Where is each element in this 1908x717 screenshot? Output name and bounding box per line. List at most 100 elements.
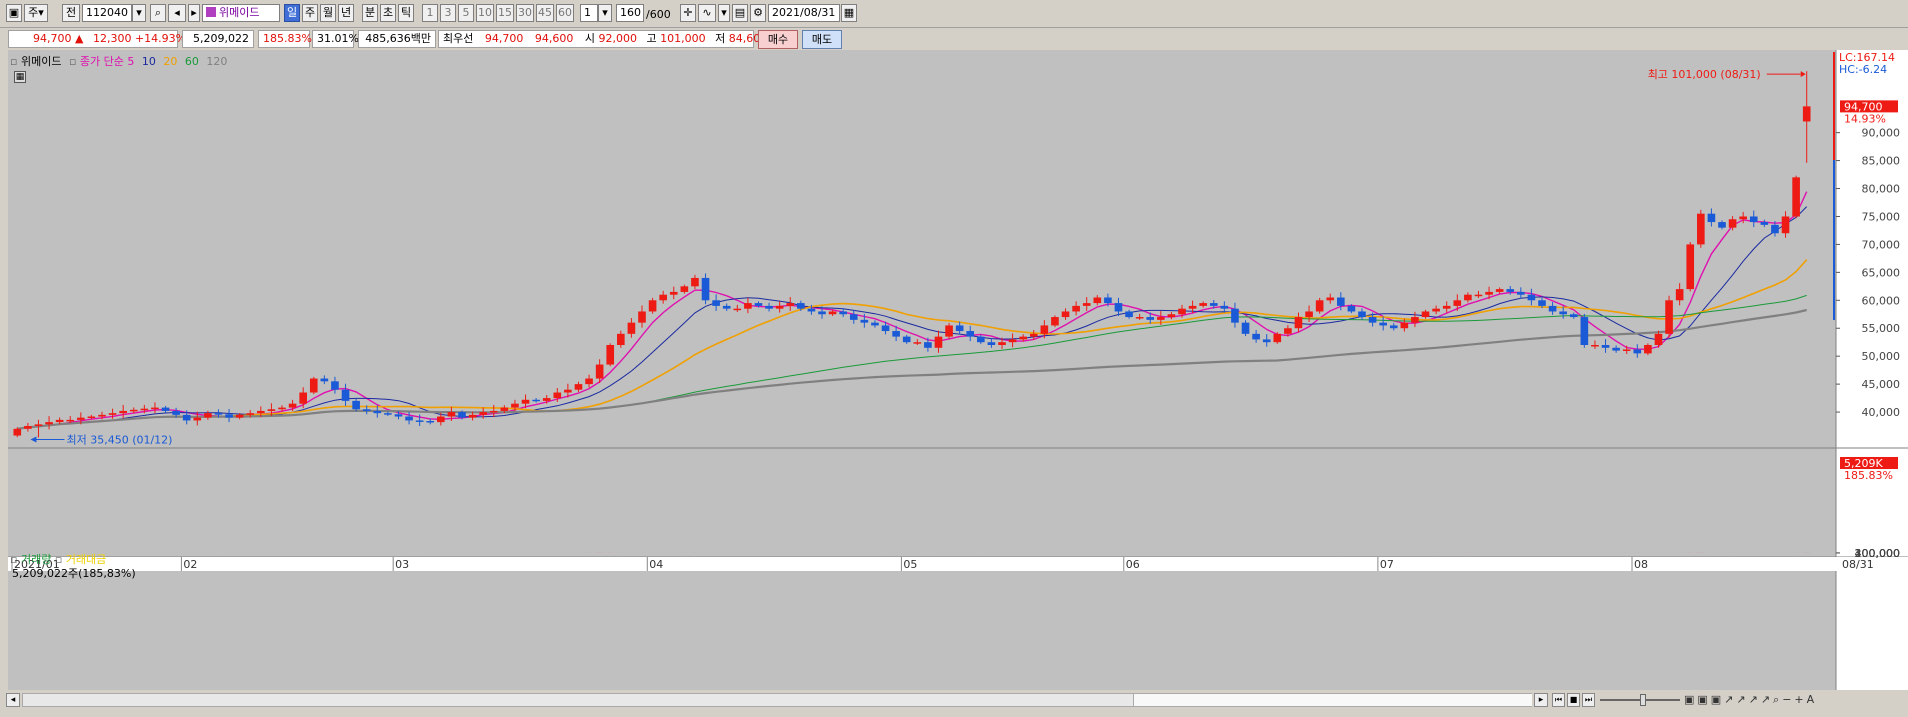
candle-body <box>384 413 392 415</box>
market-select[interactable]: 전 <box>62 4 80 22</box>
code-dropdown-icon[interactable]: ▾ <box>132 4 146 22</box>
last-page-icon[interactable]: ⏭ <box>1582 693 1595 707</box>
sell-button[interactable]: 매도 <box>802 30 842 49</box>
candle-body <box>415 420 424 422</box>
candle-body <box>1591 345 1599 347</box>
interval-60[interactable]: 60 <box>556 4 574 22</box>
buy-button[interactable]: 매수 <box>758 30 798 49</box>
stop-icon[interactable]: ■ <box>1567 693 1580 707</box>
candle-body <box>225 414 233 418</box>
interval-1[interactable]: 1 <box>422 4 438 22</box>
change-value: 12,300 <box>92 32 132 45</box>
candle-body <box>902 336 911 343</box>
price-tick-label: 85,000 <box>1862 155 1901 168</box>
indicator-dropdown-icon[interactable]: ▾ <box>718 4 730 22</box>
scroll-thumb[interactable] <box>1133 694 1532 706</box>
candle-body <box>246 413 255 415</box>
count-input[interactable]: 160 <box>616 4 644 22</box>
date-tick-label: 08 <box>1634 558 1648 571</box>
candle-body <box>532 399 540 402</box>
legend-ma5: 5 <box>127 55 135 68</box>
crosshair-icon[interactable]: ✛ <box>680 4 696 22</box>
candle-body <box>617 333 625 345</box>
price-box: 94,700 ▲ 12,300 +14.93% <box>8 30 186 48</box>
period-tick[interactable]: 틱 <box>398 4 414 22</box>
date-tick-label: 03 <box>395 558 409 571</box>
date-tick-label: 05 <box>903 558 917 571</box>
candle-body <box>934 336 943 348</box>
scroll-right-icon[interactable]: ▸ <box>1534 693 1548 707</box>
gear-icon[interactable]: ⚙ <box>750 4 766 22</box>
candle-body <box>161 407 170 411</box>
search-icon[interactable]: ⌕ <box>150 4 166 22</box>
indicator-icon[interactable]: ∿ <box>698 4 716 22</box>
candle-body <box>1019 336 1027 340</box>
period-year[interactable]: 년 <box>338 4 354 22</box>
period-minute[interactable]: 분 <box>362 4 378 22</box>
candle-body <box>1358 311 1366 318</box>
period-day[interactable]: 일 <box>284 4 300 22</box>
candle-body <box>1411 317 1419 323</box>
candle-body <box>1157 317 1165 320</box>
chart-type-icon[interactable]: ▣ <box>6 4 22 22</box>
interval-45[interactable]: 45 <box>536 4 554 22</box>
scroll-left-icon[interactable]: ◂ <box>6 693 20 707</box>
next-stock-icon[interactable]: ▸ <box>188 4 200 22</box>
interval-15[interactable]: 15 <box>496 4 514 22</box>
date-input[interactable]: 2021/08/31 <box>768 4 840 22</box>
candle-body <box>574 384 583 390</box>
save-icon[interactable]: ▤ <box>732 4 748 22</box>
candle-body <box>1474 294 1483 297</box>
candle-body <box>1135 317 1144 319</box>
zoom-slider-thumb[interactable] <box>1640 694 1646 706</box>
candle-body <box>352 400 360 410</box>
candle-body <box>288 403 297 408</box>
candle-body <box>1559 311 1567 315</box>
candle-body <box>1326 297 1335 301</box>
open-value: 92,000 <box>598 32 638 45</box>
candle-body <box>437 416 445 423</box>
min-label: 최저 35,450 (01/12) <box>66 433 172 446</box>
interval-dropdown-icon[interactable]: ▾ <box>598 4 612 22</box>
price-axis-panel <box>1836 50 1908 690</box>
candle-body <box>1569 314 1578 318</box>
candle-body <box>362 409 371 411</box>
candle-body <box>1771 224 1779 234</box>
candle-body <box>1421 311 1430 318</box>
calendar-icon[interactable]: ▦ <box>841 4 857 22</box>
candle-body <box>871 322 879 326</box>
candle-body <box>1802 106 1811 122</box>
date-axis-panel <box>8 557 1908 571</box>
candle-body <box>680 286 689 292</box>
legend-ma-label: 종가 단순 <box>79 55 124 68</box>
interval-3[interactable]: 3 <box>440 4 456 22</box>
period-month[interactable]: 월 <box>320 4 336 22</box>
chart-area[interactable]: 40,000 45,000 50,000 55,000 60,000 65,000 70,0… <box>0 50 1908 690</box>
candle-body <box>1633 349 1642 354</box>
grid-toggle-icon[interactable]: ▦ <box>14 71 26 83</box>
period-week[interactable]: 주 <box>302 4 318 22</box>
first-page-icon[interactable]: ⏮ <box>1552 693 1565 707</box>
interval-10[interactable]: 10 <box>476 4 494 22</box>
candle-body <box>13 428 22 436</box>
candle-body <box>98 414 106 417</box>
chart-tools-icons[interactable]: ▣▣▣↗↗↗↗⌕−+A <box>1684 693 1817 707</box>
prev-stock-icon[interactable]: ◂ <box>168 4 186 22</box>
scroll-track[interactable] <box>22 693 1532 707</box>
stock-name-field[interactable]: 위메이드 <box>202 4 280 22</box>
code-input[interactable]: 112040 <box>82 4 132 22</box>
candle-body <box>1548 305 1557 312</box>
candle-body <box>1061 311 1070 318</box>
legend-ma60: 60 <box>184 55 199 68</box>
high-value: 101,000 <box>660 32 706 45</box>
candle-body <box>1707 213 1716 223</box>
interval-5[interactable]: 5 <box>458 4 474 22</box>
interval-30[interactable]: 30 <box>516 4 534 22</box>
ctrl-select[interactable]: 주▾ <box>24 4 48 22</box>
candle-body <box>341 389 350 401</box>
candle-body <box>1114 303 1123 312</box>
volume-current: 5,209,022주(185,83%) <box>12 567 136 580</box>
period-second[interactable]: 초 <box>380 4 396 22</box>
candle-body <box>1760 222 1769 225</box>
interval-input[interactable]: 1 <box>580 4 598 22</box>
